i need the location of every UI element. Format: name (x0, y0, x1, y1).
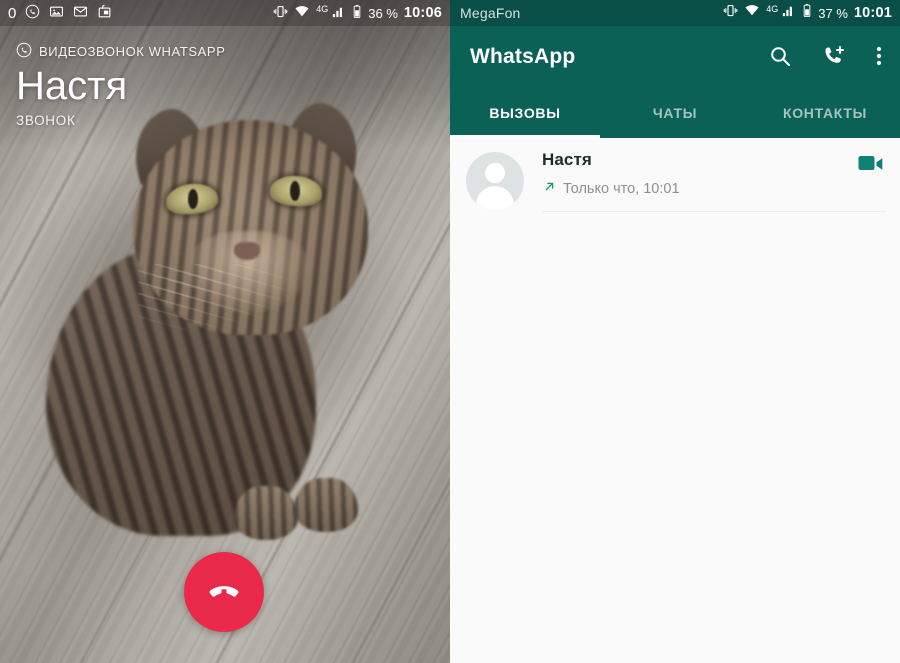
clock: 10:06 (403, 5, 442, 21)
call-contact-name: Настя (542, 150, 592, 169)
cat-pupil-left (188, 189, 198, 209)
battery-icon (352, 4, 362, 22)
cat-whiskers (138, 264, 368, 374)
status-bar-system-icons: 4G 37 % 10:01 (723, 3, 892, 23)
network-type-label: 4G (316, 3, 329, 14)
wifi-icon (294, 4, 310, 22)
whatsapp-app-screen: MegaFon 4G 37 % 10:01 WhatsApp ВЫЗОВЫ ЧА… (450, 0, 900, 663)
tab-calls[interactable]: ВЫЗОВЫ (450, 88, 600, 138)
call-log-row-content: Настя Только что, 10:01 (542, 150, 886, 212)
tab-bar: ВЫЗОВЫ ЧАТЫ КОНТАКТЫ (450, 88, 900, 138)
search-button[interactable] (764, 40, 796, 75)
call-time-details: Только что, 10:01 (563, 180, 680, 197)
end-call-icon (203, 570, 245, 615)
notification-count: 0 (8, 4, 17, 22)
battery-level: 37 % (818, 5, 848, 21)
call-state-label: ЗВОНОК (16, 113, 76, 128)
call-log-list: Настя Только что, 10:01 (450, 138, 900, 212)
whatsapp-icon (16, 42, 32, 61)
status-bar-app-screen: MegaFon 4G 37 % 10:01 (450, 0, 900, 26)
end-call-button[interactable] (184, 552, 264, 632)
network-type-label: 4G (766, 3, 779, 14)
call-log-row-subtitle: Только что, 10:01 (542, 179, 886, 198)
signal-icon (781, 3, 796, 23)
call-log-row-top: Настя (542, 150, 886, 175)
call-type-label: ВИДЕОЗВОНОК WHATSAPP (39, 44, 226, 59)
search-icon (768, 44, 792, 71)
status-bar-notification-icons: 0 (8, 4, 112, 22)
add-call-icon (822, 44, 846, 71)
cat-subject (38, 96, 368, 540)
status-bar-system-icons: 4G 36 % 10:06 (273, 4, 442, 22)
cat-paw-left (234, 486, 298, 540)
vibrate-icon (273, 4, 288, 22)
mail-icon (73, 4, 88, 22)
wifi-icon (744, 3, 760, 23)
signal-icon (331, 4, 346, 22)
avatar-head-shape (485, 163, 505, 183)
battery-level: 36 % (368, 5, 398, 21)
default-avatar-icon (466, 152, 524, 210)
cat-pupil-right (290, 181, 300, 201)
carrier-label: MegaFon (460, 5, 521, 21)
whatsapp-icon (25, 4, 40, 22)
app-toolbar: WhatsApp (450, 26, 900, 88)
call-type-label-row: ВИДЕОЗВОНОК WHATSAPP (16, 42, 225, 61)
tab-contacts[interactable]: КОНТАКТЫ (750, 88, 900, 138)
battery-icon (802, 3, 812, 23)
gallery-icon (49, 4, 64, 22)
outgoing-call-arrow-icon (542, 179, 557, 198)
video-call-icon (858, 154, 884, 175)
cat-paw-right (294, 478, 358, 532)
overflow-menu-button[interactable] (872, 40, 886, 75)
clock: 10:01 (853, 5, 892, 21)
vibrate-icon (723, 3, 738, 23)
avatar-body-shape (476, 186, 514, 210)
toolbar-actions (764, 40, 886, 75)
caller-name: Настя (16, 64, 128, 108)
overflow-menu-icon (876, 44, 882, 71)
caller-info: ВИДЕОЗВОНОК WHATSAPP Настя ЗВОНОК (16, 42, 225, 128)
new-call-button[interactable] (818, 40, 850, 75)
cat-nose (234, 242, 260, 260)
call-log-row[interactable]: Настя Только что, 10:01 (450, 138, 900, 212)
status-bar-call-screen: 0 4G 36 % 10:06 (0, 0, 450, 26)
dual-screenshot: 0 4G 36 % 10:06 ВИДЕОЗВОНОК WHATSAPP Нас… (0, 0, 900, 663)
video-call-button[interactable] (850, 150, 886, 175)
tab-chats[interactable]: ЧАТЫ (600, 88, 750, 138)
app-store-icon (97, 4, 112, 22)
app-title: WhatsApp (470, 45, 576, 68)
video-call-screen: 0 4G 36 % 10:06 ВИДЕОЗВОНОК WHATSAPP Нас… (0, 0, 450, 663)
